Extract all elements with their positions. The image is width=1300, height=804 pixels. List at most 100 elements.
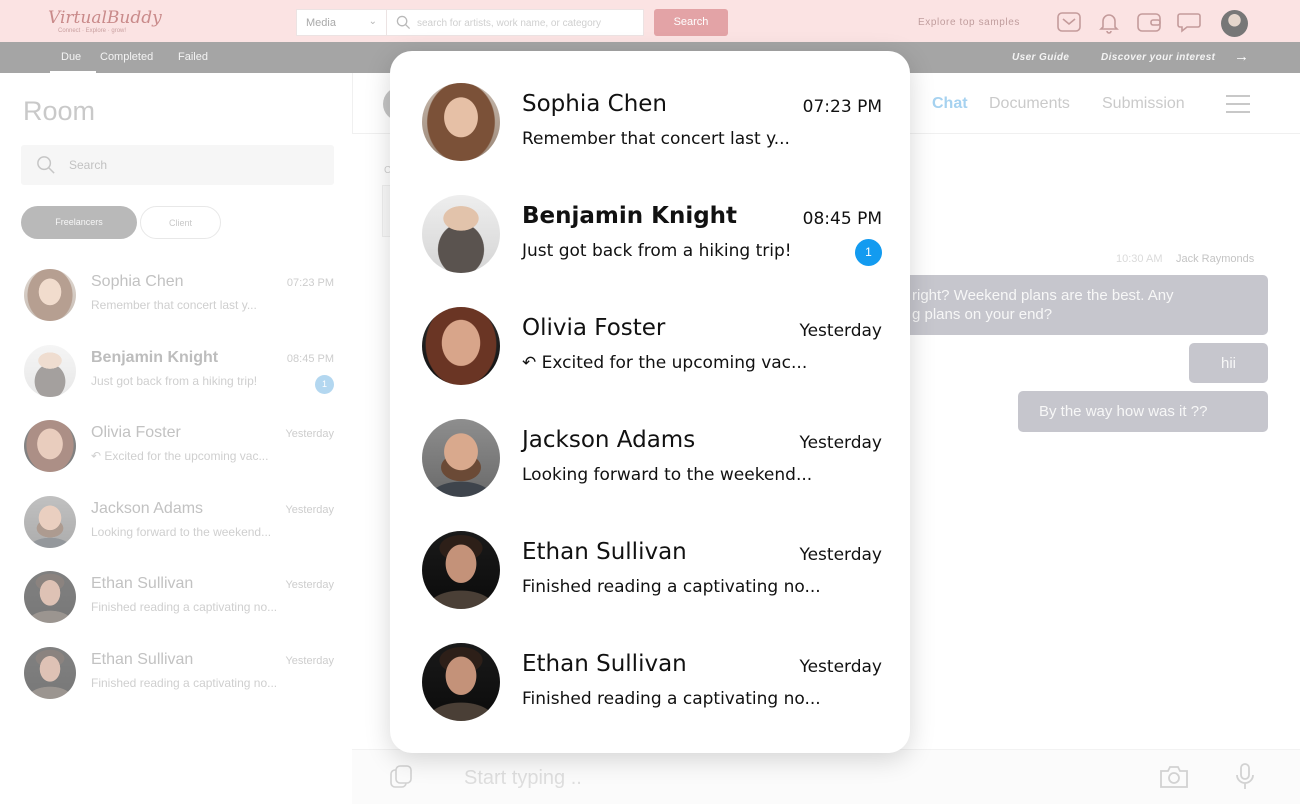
conversation-item[interactable]: Olivia Foster Yesterday ↶ Excited for th…	[24, 420, 334, 472]
contact-name: Benjamin Knight	[522, 203, 738, 229]
arrow-right-icon[interactable]: →	[1234, 48, 1249, 65]
message-preview: Finished reading a captivating no...	[91, 676, 278, 690]
room-search-input[interactable]: Search	[21, 145, 334, 185]
avatar	[422, 83, 500, 161]
avatar	[422, 195, 500, 273]
message-bubble: By the way how was it ??	[1018, 391, 1268, 432]
tab-completed[interactable]: Completed	[100, 51, 153, 63]
avatar	[24, 420, 76, 472]
reply-arrow-icon: ↶	[91, 449, 105, 463]
conversation-item[interactable]: Sophia Chen 07:23 PM Remember that conce…	[24, 269, 334, 321]
contact-name: Ethan Sullivan	[91, 575, 194, 592]
contact-name: Ethan Sullivan	[522, 651, 687, 677]
media-category-select[interactable]: Media ⌄	[296, 9, 386, 36]
popup-conversation-item[interactable]: Olivia Foster Yesterday ↶ Excited for th…	[422, 307, 882, 387]
contact-name: Sophia Chen	[91, 273, 184, 290]
unread-badge: 1	[855, 239, 882, 266]
message-preview-text: Excited for the upcoming vac...	[541, 353, 808, 373]
global-search-placeholder: search for artists, work name, or catego…	[417, 18, 601, 29]
message-preview: Just got back from a hiking trip!	[522, 241, 792, 261]
unread-badge: 1	[315, 375, 334, 394]
top-navigation-bar: VirtualBuddy Connect · Explore · grow! M…	[0, 0, 1300, 42]
brand-logo[interactable]: VirtualBuddy Connect · Explore · grow!	[48, 9, 162, 35]
message-time: 07:23 PM	[286, 277, 334, 289]
contact-name: Olivia Foster	[522, 315, 666, 341]
tab-due[interactable]: Due	[61, 51, 81, 63]
global-search-input[interactable]: search for artists, work name, or catego…	[386, 9, 644, 36]
avatar	[24, 269, 76, 321]
message-preview: Just got back from a hiking trip!	[91, 374, 258, 388]
attachment-icon[interactable]	[388, 764, 414, 790]
message-time: 10:30 AM	[1116, 253, 1163, 265]
chevron-down-icon: ⌄	[368, 16, 377, 27]
message-time: Yesterday	[285, 428, 334, 440]
tab-submission[interactable]: Submission	[1102, 95, 1185, 113]
message-preview-text: Excited for the upcoming vac...	[104, 449, 269, 463]
popup-conversation-item[interactable]: Sophia Chen 07:23 PM Remember that conce…	[422, 83, 882, 163]
message-input[interactable]: Start typing ..	[464, 767, 582, 790]
contact-name: Jackson Adams	[522, 427, 696, 453]
search-icon	[37, 156, 55, 174]
message-preview: Remember that concert last y...	[91, 298, 257, 312]
message-preview: ↶ Excited for the upcoming vac...	[522, 353, 807, 373]
room-search-placeholder: Search	[69, 158, 108, 172]
tab-chat[interactable]: Chat	[932, 95, 968, 113]
message-bubble: hii	[1189, 343, 1268, 383]
conversation-item[interactable]: Benjamin Knight 08:45 PM Just got back f…	[24, 345, 334, 397]
contact-name: Ethan Sullivan	[522, 539, 687, 565]
microphone-icon[interactable]	[1234, 762, 1256, 792]
popup-conversation-item[interactable]: Benjamin Knight 08:45 PM Just got back f…	[422, 195, 882, 275]
avatar	[24, 571, 76, 623]
mail-icon[interactable]	[1056, 10, 1082, 34]
message-time: Yesterday	[799, 321, 882, 341]
reply-arrow-icon: ↶	[522, 353, 542, 373]
camera-icon[interactable]	[1158, 764, 1190, 790]
conversation-popup: Sophia Chen 07:23 PM Remember that conce…	[390, 51, 910, 753]
avatar	[422, 531, 500, 609]
message-line: right? Weekend plans are the best. Any	[912, 287, 1174, 304]
hamburger-menu-icon[interactable]	[1226, 95, 1250, 113]
popup-conversation-item[interactable]: Ethan Sullivan Yesterday Finished readin…	[422, 643, 882, 723]
tab-failed[interactable]: Failed	[178, 51, 208, 63]
filter-freelancers[interactable]: Freelancers	[21, 206, 137, 239]
message-time: 08:45 PM	[286, 353, 334, 365]
message-sender: Jack Raymonds	[1176, 253, 1255, 265]
wallet-icon[interactable]	[1136, 10, 1162, 34]
message-preview: Looking forward to the weekend...	[522, 465, 813, 485]
conversation-item[interactable]: Jackson Adams Yesterday Looking forward …	[24, 496, 334, 548]
avatar	[422, 307, 500, 385]
media-select-value: Media	[306, 17, 336, 29]
user-guide-link[interactable]: User Guide	[1012, 52, 1069, 63]
avatar	[422, 419, 500, 497]
popup-conversation-item[interactable]: Ethan Sullivan Yesterday Finished readin…	[422, 531, 882, 611]
chat-bubble-icon[interactable]	[1176, 10, 1202, 34]
message-composer: Start typing ..	[352, 749, 1300, 804]
search-button[interactable]: Search	[654, 9, 728, 36]
message-time: Yesterday	[285, 579, 334, 591]
search-icon	[396, 15, 411, 30]
contact-name: Ethan Sullivan	[91, 651, 194, 668]
message-line: g plans on your end?	[912, 306, 1053, 323]
message-time: 08:45 PM	[802, 209, 882, 229]
explore-top-samples-link[interactable]: Explore top samples	[918, 17, 1020, 28]
contact-name: Sophia Chen	[522, 91, 668, 117]
user-avatar[interactable]	[1221, 10, 1248, 37]
message-preview: Looking forward to the weekend...	[91, 525, 272, 539]
conversation-item[interactable]: Ethan Sullivan Yesterday Finished readin…	[24, 647, 334, 699]
brand-name: VirtualBuddy	[48, 8, 162, 28]
tab-documents[interactable]: Documents	[989, 95, 1070, 113]
discover-interest-link[interactable]: Discover your interest	[1101, 52, 1215, 63]
message-preview: ↶ Excited for the upcoming vac...	[91, 449, 268, 463]
contact-name: Jackson Adams	[91, 500, 204, 517]
filter-client[interactable]: Client	[140, 206, 221, 239]
message-time: Yesterday	[285, 504, 334, 516]
popup-conversation-item[interactable]: Jackson Adams Yesterday Looking forward …	[422, 419, 882, 499]
message-preview: Finished reading a captivating no...	[91, 600, 278, 614]
bell-icon[interactable]	[1096, 10, 1122, 34]
message-bubble: right? Weekend plans are the best. Any g…	[872, 275, 1268, 335]
avatar	[24, 647, 76, 699]
conversation-item[interactable]: Ethan Sullivan Yesterday Finished readin…	[24, 571, 334, 623]
message-time: Yesterday	[799, 657, 882, 677]
message-time: Yesterday	[799, 545, 882, 565]
message-preview: Remember that concert last y...	[522, 129, 790, 149]
